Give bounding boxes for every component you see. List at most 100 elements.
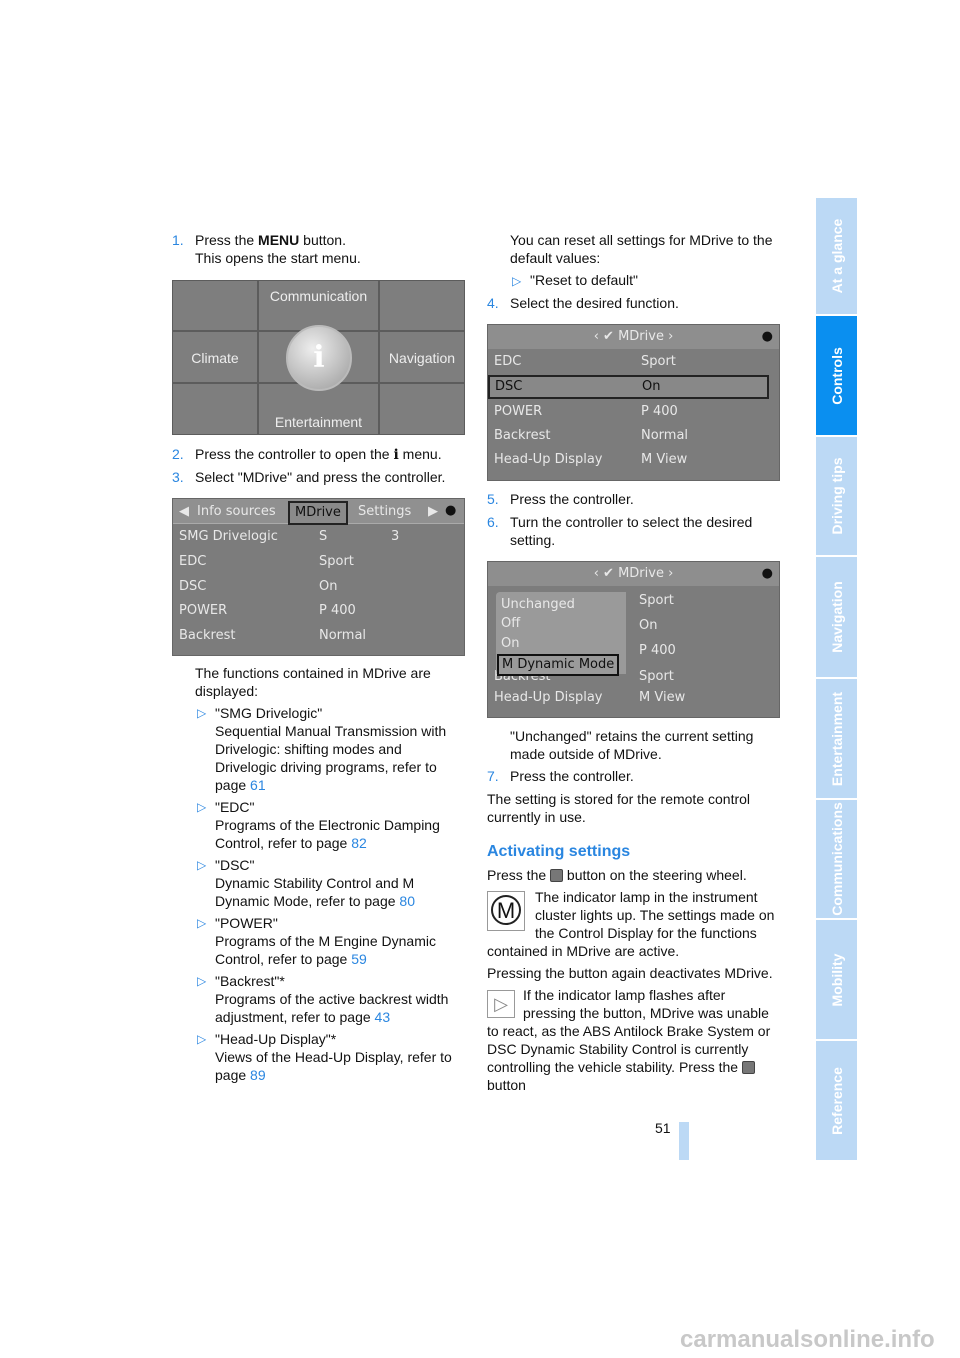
menu-communication: Communication: [258, 280, 379, 331]
value: Sport: [639, 669, 674, 684]
page-link[interactable]: 82: [351, 835, 367, 851]
tab-label: Navigation: [828, 581, 845, 653]
label: Backrest: [179, 628, 236, 643]
m-indicator-icon: M: [487, 891, 525, 931]
list-item: ▷ "Backrest"* Programs of the active backr…: [197, 972, 462, 1026]
side-tab-entertainment[interactable]: Entertainment: [816, 679, 857, 798]
label: Head-Up Display: [494, 690, 603, 705]
label: POWER: [494, 404, 543, 419]
value: On: [639, 618, 658, 633]
mdrive-button-icon: [741, 1061, 755, 1074]
label: POWER: [179, 603, 228, 618]
option-selected[interactable]: M Dynamic Mode: [497, 654, 620, 676]
tab-bar: ◀ Info sources MDrive Settings ▶ ●: [173, 499, 464, 525]
option[interactable]: On: [501, 635, 519, 653]
start-menu-screen: Communication Climate Navigation Enterta…: [172, 280, 465, 435]
row-dsc-selected: DSC On: [488, 375, 769, 399]
cell: [379, 280, 465, 331]
note-triangle-icon: ▷: [487, 990, 515, 1018]
value: M View: [641, 452, 688, 467]
step-number: 5.: [487, 491, 499, 507]
side-tab-communications[interactable]: Communications: [816, 800, 857, 918]
value: P 400: [639, 643, 676, 658]
side-tab-at-a-glance[interactable]: At a glance: [816, 198, 857, 314]
manual-page: 1. Press the MENU button. This opens the …: [0, 0, 960, 1358]
screen-title: MDrive: [618, 566, 664, 581]
item-desc: Programs of the active backrest width ad…: [215, 991, 449, 1025]
value: Sport: [639, 593, 674, 608]
step-5: Press the controller.: [510, 491, 634, 507]
item-title: "Head-Up Display"*: [215, 1031, 337, 1047]
text: Press the controller to open the: [195, 446, 394, 462]
tab-info-sources: Info sources: [197, 504, 276, 519]
value: S: [319, 529, 328, 544]
controller-icon: ●: [761, 566, 773, 581]
item-title: "SMG Drivelogic": [215, 705, 323, 721]
item-desc: Programs of the M Engine Dynamic Control…: [215, 933, 436, 967]
value: Normal: [319, 628, 367, 643]
controller-icon: ●: [761, 329, 773, 344]
page-link[interactable]: 59: [351, 951, 367, 967]
label: Backrest: [494, 428, 551, 443]
controller-icon: ●: [445, 503, 457, 518]
stored-text: The setting is stored for the remote con…: [487, 791, 751, 825]
step-number: 7.: [487, 768, 499, 784]
page-link[interactable]: 80: [399, 893, 415, 909]
label: SMG Drivelogic: [179, 529, 278, 544]
item-title: "Backrest"*: [215, 973, 285, 989]
intro-text: The functions contained in MDrive are di…: [195, 665, 431, 699]
tab-label: At a glance: [828, 218, 845, 294]
cell: [172, 383, 258, 435]
title-bar: ‹ ✔ MDrive ›: [488, 325, 779, 349]
option[interactable]: Unchanged: [501, 596, 575, 614]
text: button: [487, 1077, 526, 1093]
title-left-arrow-icon: ‹ ✔: [593, 329, 619, 344]
step-7: Press the controller.: [510, 768, 634, 784]
step-3: Select "MDrive" and press the controller…: [195, 469, 446, 485]
mdrive-button-icon: [550, 869, 564, 882]
value: On: [319, 579, 338, 594]
side-tab-driving-tips[interactable]: Driving tips: [816, 437, 857, 555]
text: menu.: [398, 446, 442, 462]
side-tab-controls[interactable]: Controls: [816, 316, 857, 435]
side-tab-mobility[interactable]: Mobility: [816, 920, 857, 1039]
list-item: ▷ "EDC" Programs of the Electronic Damping…: [197, 798, 462, 852]
indicator-paragraph: M The indicator lamp in the instrument c…: [487, 888, 782, 960]
text: Press the: [195, 232, 259, 248]
value: Sport: [641, 354, 676, 369]
page-link[interactable]: 89: [250, 1067, 266, 1083]
option[interactable]: Off: [501, 615, 520, 633]
label: DSC: [179, 579, 207, 594]
tab-label: Entertainment: [828, 691, 845, 786]
item-title: "DSC": [215, 857, 255, 873]
text: If the indicator lamp flashes after pres…: [487, 987, 771, 1075]
text: The indicator lamp in the instrument clu…: [487, 889, 775, 959]
page-link[interactable]: 61: [250, 777, 266, 793]
item-desc: Dynamic Stability Control and M Dynamic …: [215, 875, 415, 909]
side-tab-navigation[interactable]: Navigation: [816, 557, 857, 677]
watermark: carmanualsonline.info: [680, 1326, 935, 1353]
title-right-arrow-icon: ›: [663, 329, 674, 344]
value: P 400: [319, 603, 356, 618]
text: This opens the start menu.: [195, 250, 361, 266]
step-1: Press the MENU button. This opens the sta…: [195, 231, 465, 267]
bullet-icon: ▷: [512, 274, 522, 288]
row-dsc: DSC On: [179, 575, 450, 599]
value: 3: [391, 529, 400, 544]
side-tab-reference[interactable]: Reference: [816, 1041, 857, 1160]
info-icon: i: [286, 325, 352, 391]
deactivate-text: Pressing the button again deactivates MD…: [487, 965, 773, 981]
step-number: 4.: [487, 295, 499, 311]
text: button.: [299, 232, 346, 248]
label: EDC: [494, 354, 522, 369]
tab-label: Communications: [828, 802, 845, 916]
bullet-icon: ▷: [197, 858, 207, 872]
step-number: 1.: [172, 232, 184, 248]
step-6: Turn the controller to select the desire…: [510, 514, 753, 548]
section-heading: Activating settings: [487, 843, 631, 860]
step-number: 6.: [487, 514, 499, 530]
title-bar: ‹ ✔ MDrive ›: [488, 562, 779, 586]
step-4: Select the desired function.: [510, 295, 679, 311]
page-link[interactable]: 43: [375, 1009, 391, 1025]
list-item: ▷ "POWER" Programs of the M Engine Dynamic…: [197, 914, 462, 968]
